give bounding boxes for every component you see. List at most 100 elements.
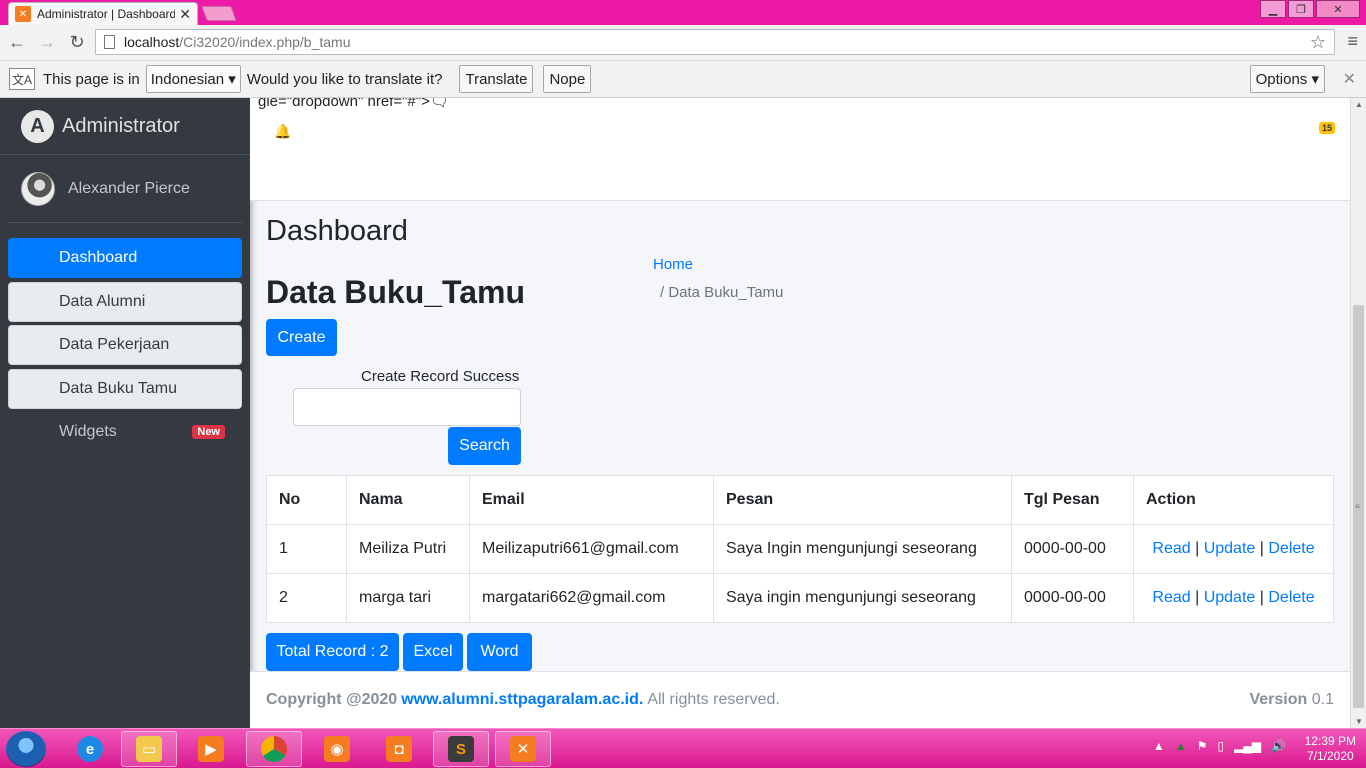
window-close-button[interactable]: ✕ [1316, 0, 1360, 18]
cell-nama: marga tari [346, 573, 470, 623]
read-link[interactable]: Read [1152, 540, 1190, 557]
translate-button[interactable]: Translate [459, 65, 534, 93]
footer-site-link[interactable]: www.alumni.sttpagaralam.ac.id. [401, 691, 643, 709]
read-link[interactable]: Read [1152, 589, 1190, 606]
breadcrumb-current: / Data Buku_Tamu [660, 284, 784, 301]
column-header-action: Action [1133, 475, 1334, 525]
tab-title: Administrator | Dashboard [37, 7, 176, 21]
media-player-icon: ▶ [198, 736, 224, 762]
scroll-down-arrow-icon[interactable]: ▼ [1355, 717, 1363, 726]
clock-time: 12:39 PM [1304, 734, 1356, 748]
table-row: 2 marga tari margatari662@gmail.com Saya… [266, 573, 1334, 623]
tray-expand-icon[interactable]: ▲ [1153, 739, 1165, 753]
taskbar-ie[interactable]: e [62, 731, 118, 767]
version-label: Version [1249, 691, 1308, 708]
sidebar-item-widgets[interactable]: Widgets New [8, 412, 242, 452]
forward-arrow-icon[interactable]: → [34, 30, 60, 56]
cell-email: Meilizaputri661@gmail.com [469, 524, 714, 574]
maximize-button[interactable]: ❐ [1288, 0, 1314, 18]
signal-icon[interactable]: ▂▄▆ [1234, 739, 1261, 753]
tray-app-icon[interactable]: ▲ [1175, 739, 1187, 753]
sidebar-item-label: Data Buku Tamu [59, 379, 177, 397]
tray-flag-icon[interactable]: ⚑ [1197, 739, 1208, 753]
section-title: Data Buku_Tamu [266, 274, 526, 310]
tab-close-icon[interactable]: ✕ [179, 6, 191, 23]
page-icon [104, 35, 115, 49]
language-select[interactable]: Indonesian ▾ [145, 65, 241, 93]
word-button[interactable]: Word [467, 633, 532, 671]
volume-icon[interactable]: 🔊 [1271, 739, 1286, 753]
taskbar-explorer[interactable]: ▭ [121, 731, 177, 767]
scroll-up-arrow-icon[interactable]: ▲ [1355, 100, 1363, 109]
update-link[interactable]: Update [1204, 589, 1256, 606]
cell-action: Read | Update | Delete [1133, 573, 1334, 623]
raw-markup-text: gle="dropdown" href="#">🗨 [258, 98, 449, 110]
clock[interactable]: 12:39 PM 7/1/2020 [1305, 734, 1356, 764]
version-value: 0.1 [1311, 691, 1334, 708]
taskbar-app-orange[interactable]: ◉ [309, 731, 365, 767]
bell-icon[interactable]: 🔔 [274, 123, 291, 140]
user-panel[interactable]: Alexander Pierce [8, 155, 242, 223]
create-button[interactable]: Create [266, 319, 337, 356]
sidebar-item-data-alumni[interactable]: Data Alumni [8, 281, 242, 322]
options-button[interactable]: Options ▾ [1249, 65, 1325, 93]
clock-date: 7/1/2020 [1306, 749, 1354, 763]
internet-explorer-icon: e [77, 736, 103, 762]
back-arrow-icon[interactable]: ← [4, 30, 30, 56]
translate-question: Would you like to translate it? [246, 70, 443, 88]
delete-link[interactable]: Delete [1268, 540, 1314, 557]
column-header-nama: Nama [346, 475, 470, 525]
status-message: Create Record Success [361, 368, 520, 385]
start-button[interactable] [6, 731, 46, 767]
sidebar-item-label: Widgets [59, 423, 117, 440]
minimize-button[interactable]: ▁ [1260, 0, 1286, 18]
camera-icon: ◘ [386, 736, 412, 762]
snipping-icon: ◉ [324, 736, 350, 762]
delete-link[interactable]: Delete [1268, 589, 1314, 606]
sidebar-item-dashboard[interactable]: Dashboard [8, 238, 242, 278]
brand[interactable]: A Administrator [0, 98, 250, 155]
cell-action: Read | Update | Delete [1133, 524, 1334, 574]
excel-button[interactable]: Excel [403, 633, 463, 671]
separator: | [1259, 589, 1264, 606]
search-button[interactable]: Search [448, 427, 521, 465]
update-link[interactable]: Update [1204, 540, 1256, 557]
nope-button[interactable]: Nope [543, 65, 592, 93]
taskbar-sublime[interactable]: S [433, 731, 489, 767]
breadcrumb-home-link[interactable]: Home [653, 256, 693, 273]
translate-close-icon[interactable]: ✕ [1343, 69, 1356, 89]
url-path: /Ci32020/index.php/b_tamu [179, 34, 351, 50]
table-header-row: No Nama Email Pesan Tgl Pesan Action [266, 475, 1334, 525]
sidebar-item-data-pekerjaan[interactable]: Data Pekerjaan [8, 325, 242, 365]
sidebar-item-label: Dashboard [59, 249, 138, 266]
page-viewport: A Administrator Alexander Pierce Dashboa… [0, 98, 1366, 728]
sidebar-item-label: Data Pekerjaan [59, 336, 170, 353]
search-input[interactable] [293, 388, 521, 426]
taskbar-camera[interactable]: ◘ [371, 731, 427, 767]
address-bar[interactable]: localhost/Ci32020/index.php/b_tamu ☆ [95, 29, 1335, 55]
page-footer: Copyright @2020 www.alumni.sttpagaralam.… [250, 671, 1350, 728]
reload-icon[interactable]: ↻ [64, 30, 90, 56]
cell-no: 1 [266, 524, 347, 574]
cell-tgl-pesan: 0000-00-00 [1011, 573, 1134, 623]
user-name[interactable]: Alexander Pierce [68, 180, 190, 198]
chrome-icon [261, 736, 287, 762]
battery-icon[interactable]: ▯ [1217, 739, 1224, 753]
browser-menu-icon[interactable]: ≡ [1347, 31, 1358, 52]
total-record-button[interactable]: Total Record : 2 [266, 633, 399, 671]
url-host: localhost [124, 34, 180, 50]
scroll-grip-icon: ≡ [1355, 502, 1360, 511]
separator: | [1195, 540, 1200, 557]
column-header-pesan: Pesan [713, 475, 1012, 525]
taskbar-xampp[interactable]: ✕ [495, 731, 551, 767]
page-title: Dashboard [266, 215, 408, 247]
taskbar-chrome[interactable] [246, 731, 302, 767]
taskbar-media-player[interactable]: ▶ [183, 731, 239, 767]
new-tab-button[interactable] [201, 6, 237, 21]
window-controls: ▁ ❐ ✕ [1258, 0, 1360, 18]
cell-nama: Meiliza Putri [346, 524, 470, 574]
browser-tab[interactable]: ✕ Administrator | Dashboard ✕ [8, 2, 198, 25]
page-scrollbar[interactable]: ▲ ≡ ▼ [1350, 98, 1366, 728]
sidebar-item-data-buku-tamu[interactable]: Data Buku Tamu [8, 368, 242, 409]
bookmark-star-icon[interactable]: ☆ [1310, 32, 1326, 53]
